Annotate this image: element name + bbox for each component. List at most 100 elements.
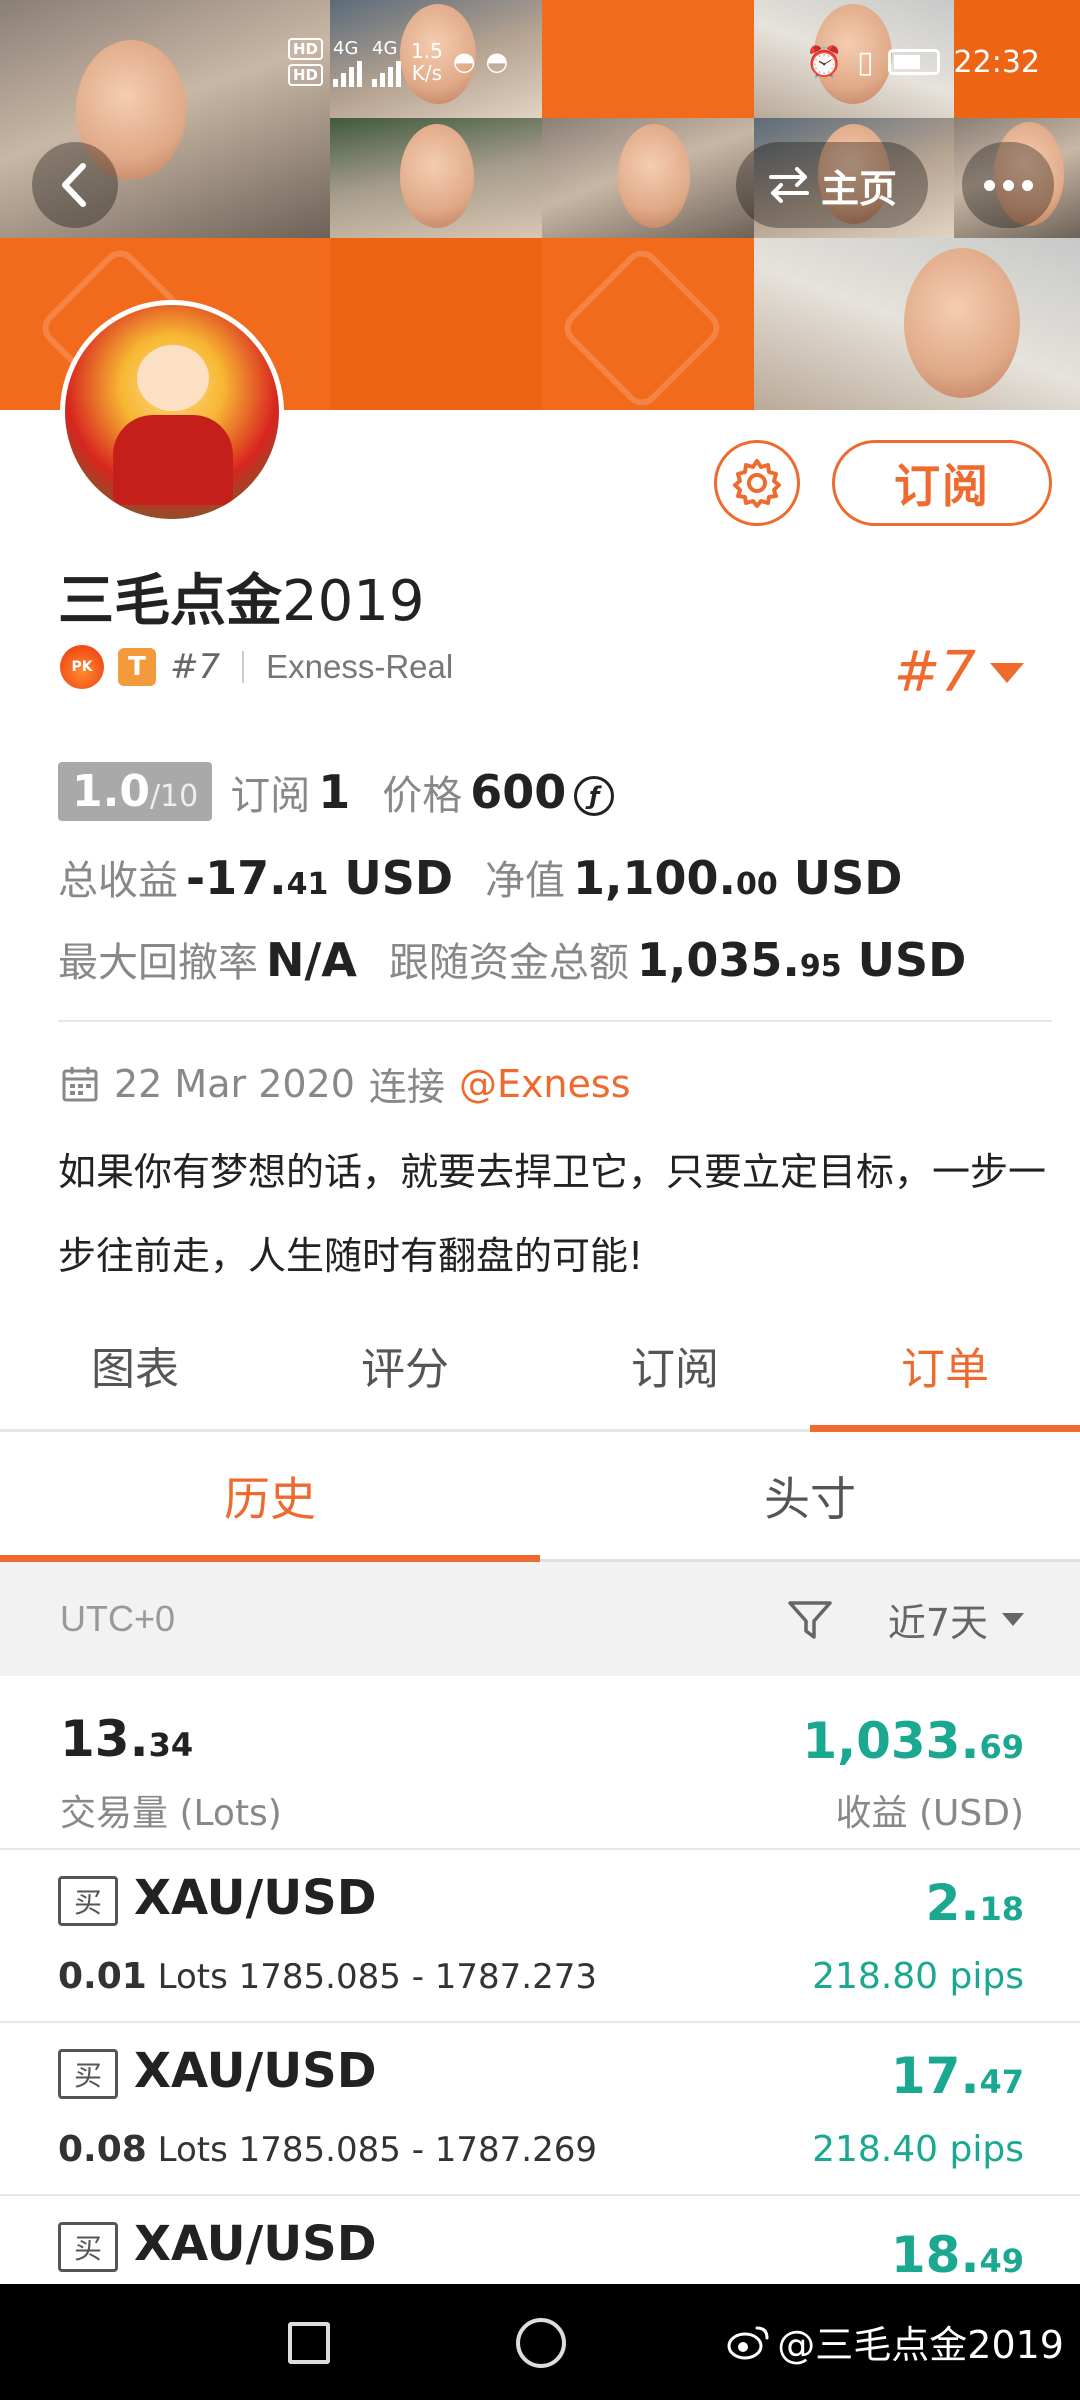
order-pips: 218.40 pips [812, 2129, 1024, 2170]
order-symbol: XAU/USD [134, 1870, 377, 1926]
network-speed: 1.5 [411, 39, 443, 63]
weibo-logo-icon [727, 2326, 769, 2359]
equity-dec: 00 [736, 867, 778, 902]
equity-label: 净值 [485, 858, 566, 904]
network-speed-unit: K/s [411, 61, 443, 85]
ellipsis-icon [983, 179, 995, 191]
follow-funds-dec: 95 [799, 949, 842, 984]
equity-value: 1,100.00 USD [573, 851, 902, 905]
order-profit: 18.49 [891, 2226, 1024, 2284]
connection-label: 连接 [368, 1065, 445, 1109]
order-lots-unit: Lots [157, 2130, 228, 2170]
subscribe-button[interactable]: 订阅 [832, 440, 1052, 526]
coin-icon: ƒ [574, 775, 615, 816]
vibrate-icon: ▯ [857, 44, 874, 80]
orders-summary: 13.34 交易量 (Lots) 1,033.69 收益 (USD) [0, 1676, 1080, 1850]
clock: 22:32 [953, 44, 1040, 80]
tab-rating[interactable]: 评分 [270, 1300, 540, 1429]
settings-button[interactable] [714, 440, 800, 526]
filter-bar: UTC+0 近7天 [0, 1562, 1080, 1676]
price-value: 600 [470, 764, 567, 819]
order-symbol: XAU/USD [134, 2216, 377, 2272]
order-price-range: 1785.085 - 1787.273 [238, 1957, 598, 1997]
hd-badge: HD [288, 38, 324, 60]
home-button[interactable]: 主页 [736, 142, 928, 228]
watermark-text: @三毛点金2019 [777, 2323, 1064, 2367]
signal-icon [372, 59, 402, 87]
stats-row-profit: 总收益 -17.41 USD 净值 1,100.00 USD [58, 848, 902, 906]
rank-value: #7 [893, 640, 976, 705]
score-value: 1.0 [72, 766, 150, 817]
total-lots: 13.34 [60, 1710, 193, 1768]
total-profit: 1,033.69 [802, 1712, 1024, 1770]
meta-divider [242, 651, 245, 683]
system-nav-bar: @三毛点金2019 [0, 2284, 1080, 2400]
order-subtabs: 历史 头寸 [0, 1432, 1080, 1562]
total-profit-label: 收益 (USD) [835, 1793, 1024, 1834]
follow-funds-int: 1,035. [636, 933, 800, 987]
order-detail: 0.01 Lots 1785.085 - 1787.273 [58, 1956, 597, 1997]
order-profit-dec: 18 [979, 1890, 1024, 1928]
alarm-icon: ⏰ [805, 44, 844, 80]
tab-orders[interactable]: 订单 [810, 1300, 1080, 1432]
order-profit-dec: 47 [979, 2063, 1024, 2101]
subtab-positions[interactable]: 头寸 [540, 1432, 1080, 1559]
divider [58, 1020, 1052, 1022]
connection-row: 22 Mar 2020 连接 @Exness [60, 1056, 631, 1111]
buy-badge: 买 [58, 2049, 118, 2099]
total-profit-label: 总收益 [58, 858, 178, 904]
broker-link[interactable]: @Exness [459, 1062, 631, 1106]
order-row[interactable]: 买 XAU/USD 0.08 Lots 1785.085 - 1787.269 … [0, 2023, 1080, 2196]
recents-button[interactable] [288, 2322, 330, 2364]
more-button[interactable] [962, 142, 1054, 228]
order-lots: 0.01 [58, 1956, 147, 1997]
notification-icon: ◓ [485, 47, 509, 77]
cover-tile [330, 238, 542, 410]
cover-photo [330, 118, 542, 238]
caret-down-icon [990, 662, 1024, 683]
total-profit-int: -17. [186, 851, 287, 905]
filter-icon[interactable] [786, 1595, 834, 1643]
follow-funds-label: 跟随资金总额 [388, 940, 629, 986]
period-dropdown[interactable]: 近7天 [888, 1592, 1024, 1647]
weibo-watermark: @三毛点金2019 [727, 2314, 1064, 2369]
chevron-left-icon [62, 163, 86, 207]
score-badge: 1.0/10 [58, 762, 213, 821]
subscribe-count-label: 订阅 [230, 772, 311, 819]
stats-row-drawdown: 最大回撤率 N/A 跟随资金总额 1,035.95 USD [58, 930, 966, 988]
pk-flame-icon[interactable]: PK [60, 645, 104, 689]
equity-int: 1,100. [573, 851, 737, 905]
tab-chart[interactable]: 图表 [0, 1300, 270, 1429]
cover-tile [542, 0, 754, 120]
order-profit-int: 2. [925, 1874, 980, 1932]
home-label: 主页 [820, 166, 897, 211]
order-row[interactable]: 买 XAU/USD 18.49 [0, 2196, 1080, 2284]
avatar[interactable] [60, 300, 284, 524]
equity-unit: USD [793, 851, 903, 905]
tab-subscription[interactable]: 订阅 [540, 1300, 810, 1429]
timezone-label: UTC+0 [60, 1598, 176, 1639]
period-label: 近7天 [887, 1600, 988, 1645]
total-profit-dec: 41 [286, 867, 329, 902]
gear-icon [733, 459, 781, 508]
stats-row-score: 1.0/10 订阅 1 价格 600 ƒ [58, 762, 615, 821]
total-profit-unit: USD [344, 851, 454, 905]
order-profit-dec: 49 [979, 2242, 1024, 2280]
network-type-label: 4G [372, 37, 398, 59]
total-profit-dec: 69 [979, 1728, 1024, 1766]
total-lots-dec: 34 [148, 1726, 194, 1764]
total-lots-label: 交易量 (Lots) [60, 1793, 282, 1834]
order-row[interactable]: 买 XAU/USD 0.01 Lots 1785.085 - 1787.273 … [0, 1850, 1080, 2023]
hd-badge: HD [288, 64, 324, 86]
back-button[interactable] [32, 142, 118, 228]
home-nav-button[interactable] [516, 2318, 566, 2368]
cover-photo [754, 238, 1080, 410]
trader-meta: PK T #7 Exness-Real [60, 644, 453, 690]
drawdown-label: 最大回撤率 [58, 940, 258, 986]
signal-icon [333, 59, 363, 87]
caret-down-icon [1002, 1612, 1024, 1626]
subtab-history[interactable]: 历史 [0, 1432, 540, 1562]
follow-funds-unit: USD [857, 933, 967, 987]
buy-badge: 买 [58, 2222, 118, 2272]
rank-dropdown[interactable]: #7 [893, 640, 1024, 705]
